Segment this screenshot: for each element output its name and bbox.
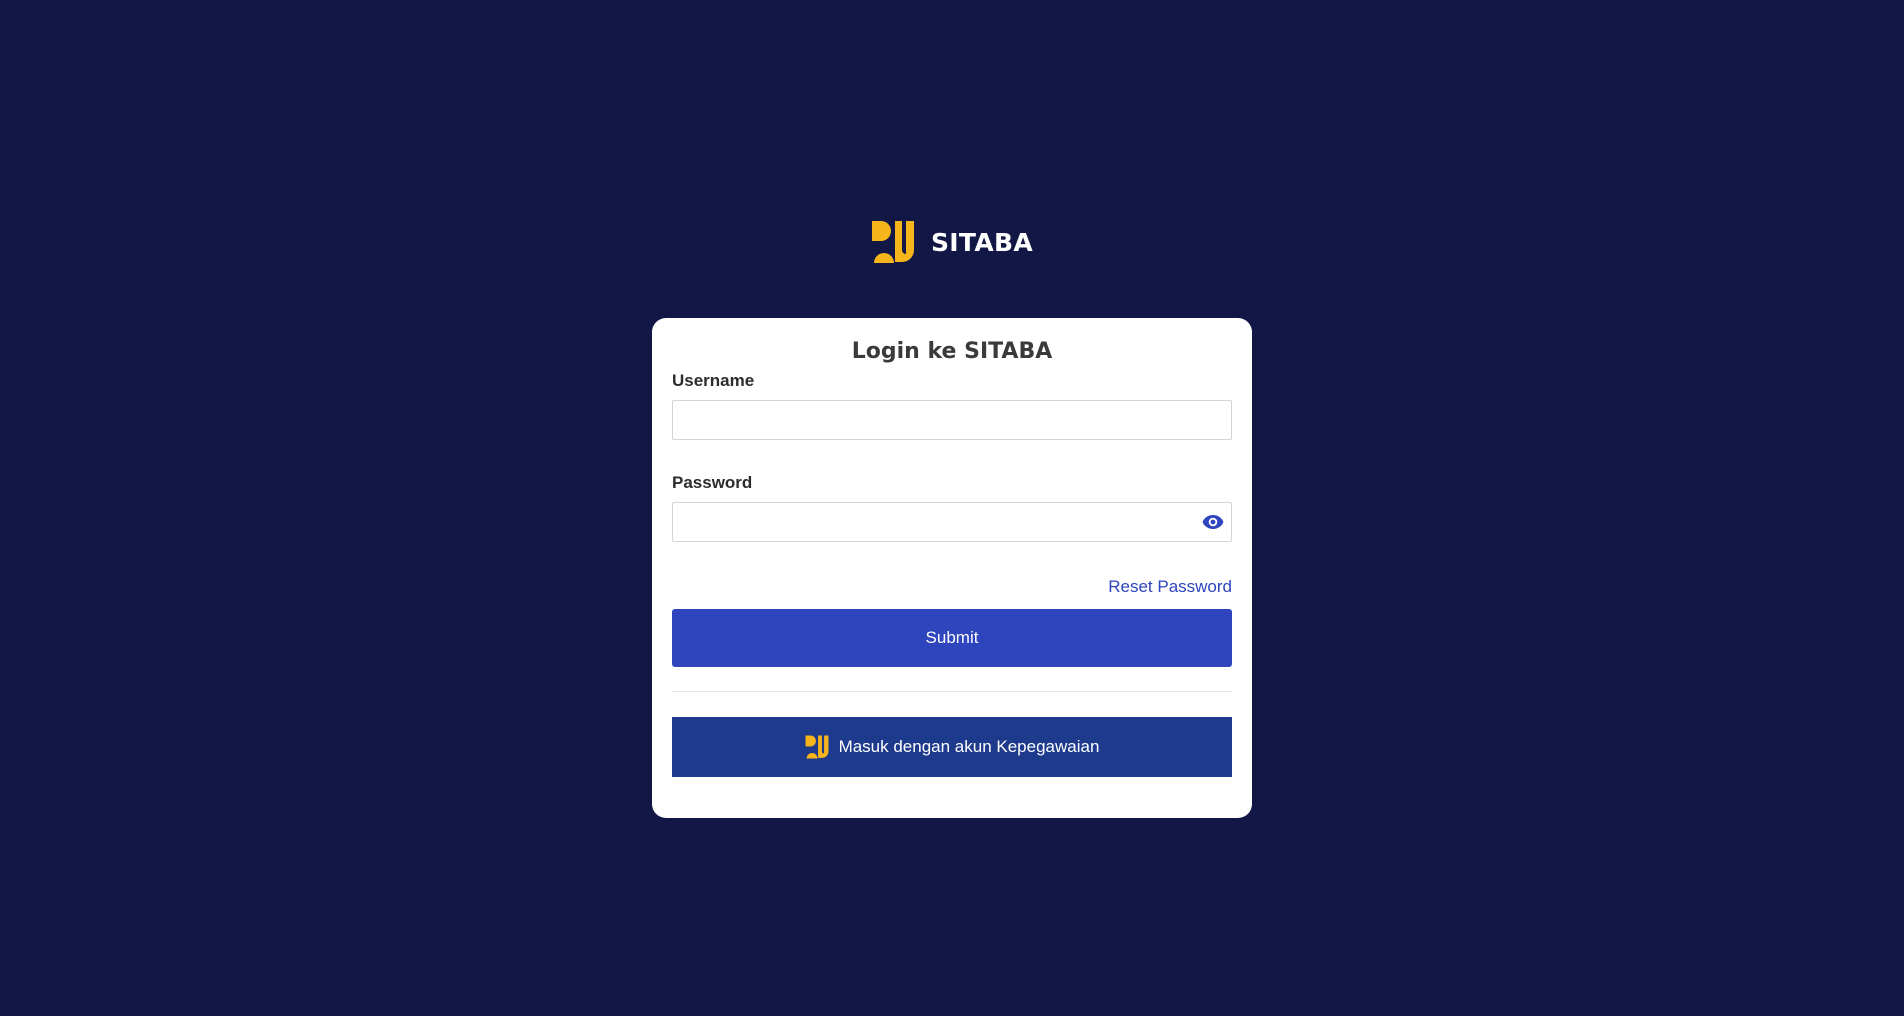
login-title: Login ke SITABA — [851, 339, 1053, 364]
pu-logo-icon — [805, 735, 829, 759]
password-field — [672, 502, 1232, 542]
login-card: Login ke SITABA Username Password Reset … — [652, 318, 1252, 818]
show-password-toggle[interactable] — [1202, 512, 1224, 532]
username-field — [672, 400, 1232, 440]
password-label: Password — [672, 473, 753, 492]
sso-login-button[interactable]: Masuk dengan akun Kepegawaian — [672, 717, 1232, 777]
reset-password-link[interactable]: Reset Password — [1108, 577, 1232, 596]
username-label: Username — [672, 371, 755, 390]
submit-button[interactable]: Submit — [672, 609, 1232, 667]
pu-logo-icon — [872, 221, 914, 263]
brand-name: SITABA — [931, 227, 1033, 257]
password-input[interactable] — [672, 502, 1232, 542]
divider — [672, 691, 1232, 692]
eye-icon — [1202, 515, 1224, 529]
sso-login-label: Masuk dengan akun Kepegawaian — [838, 737, 1100, 756]
reset-password-row: Reset Password — [672, 576, 1232, 598]
username-input[interactable] — [672, 400, 1232, 440]
brand-header: SITABA — [0, 220, 1904, 264]
